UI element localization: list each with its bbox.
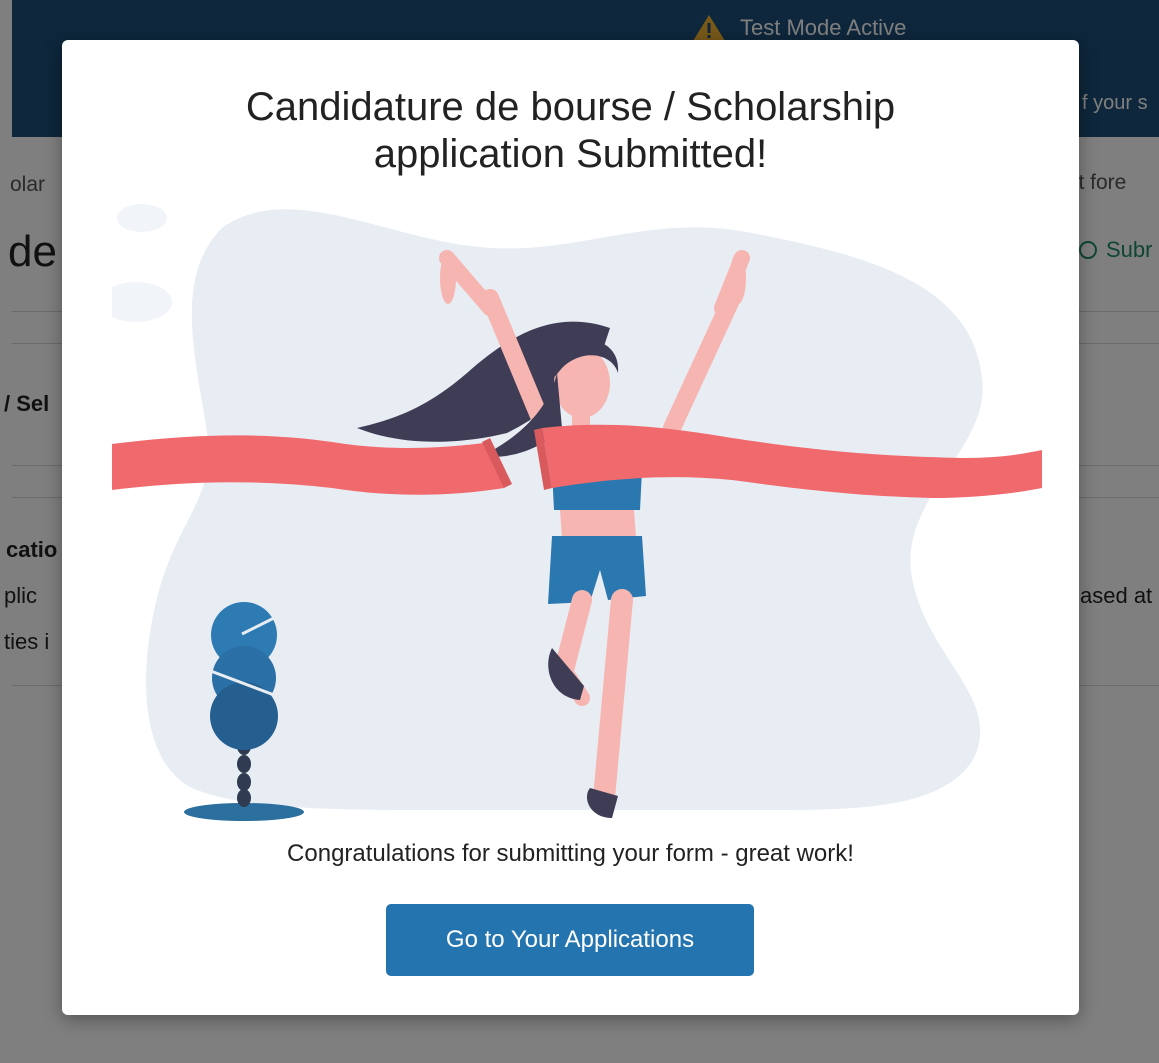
modal-message: Congratulations for submitting your form… xyxy=(287,840,854,867)
submission-success-modal: Candidature de bourse / Scholarship appl… xyxy=(62,40,1079,1015)
modal-title-line-2: application Submitted! xyxy=(373,132,768,176)
modal-title-line-1: Candidature de bourse / Scholarship xyxy=(245,85,896,129)
go-to-applications-button[interactable]: Go to Your Applications xyxy=(386,904,754,976)
runner-finish-line-illustration xyxy=(112,204,1042,821)
modal-title: Candidature de bourse / Scholarship appl… xyxy=(62,84,1079,178)
